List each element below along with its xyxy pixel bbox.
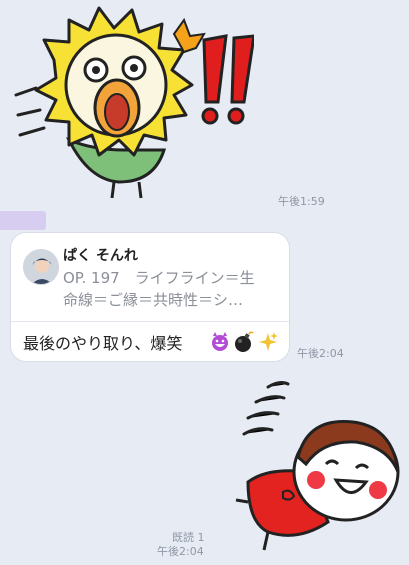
sparkles-icon xyxy=(259,332,278,351)
reply-message-bubble[interactable]: ぱく そんれ OP. 197 ライフライン＝生 命線＝ご縁＝共時性＝シ… 最後の… xyxy=(10,232,290,362)
emoji-row xyxy=(209,331,279,353)
avatar xyxy=(23,249,59,285)
timestamp: 午後1:59 xyxy=(278,195,325,208)
sender-name-redacted xyxy=(0,211,46,230)
exclamation-icon xyxy=(201,34,254,125)
quoted-text-line: OP. 197 ライフライン＝生 xyxy=(63,269,255,287)
screaming-lion-sticker[interactable] xyxy=(14,0,254,205)
laughing-girl-sticker[interactable] xyxy=(228,372,408,562)
quoted-text-line: 命線＝ご縁＝共時性＝シ… xyxy=(63,291,244,309)
burst-icon xyxy=(172,17,206,54)
quoted-sender-name: ぱく そんれ xyxy=(63,248,138,264)
devil-grin-icon xyxy=(212,332,228,351)
timestamp: 午後2:04 xyxy=(297,347,344,360)
motion-lines xyxy=(242,381,290,436)
quoted-text: OP. 197 ライフライン＝生 命線＝ご縁＝共時性＝シ… xyxy=(63,267,283,311)
message-text: 最後のやり取り、爆笑 xyxy=(23,334,183,353)
quoted-message[interactable]: ぱく そんれ OP. 197 ライフライン＝生 命線＝ご縁＝共時性＝シ… xyxy=(11,233,289,321)
speed-lines xyxy=(14,86,46,137)
bomb-icon xyxy=(235,331,254,352)
timestamp: 午後2:04 xyxy=(157,545,204,558)
divider xyxy=(11,321,289,322)
